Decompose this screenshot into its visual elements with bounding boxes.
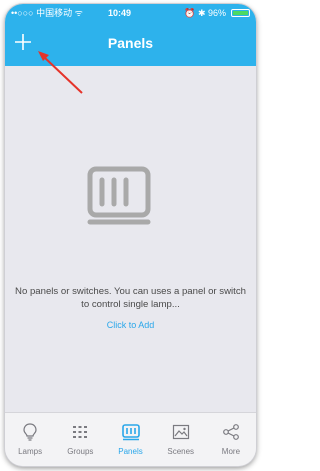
status-time: 10:49 — [108, 8, 132, 18]
picture-icon — [172, 424, 189, 440]
panel-icon — [87, 166, 151, 225]
carrier-label: ••○○○ 中国移动 ᯤ — [11, 8, 83, 18]
tab-panels[interactable]: Panels — [105, 413, 155, 466]
empty-state-message: No panels or switches. You can uses a pa… — [15, 286, 246, 310]
battery-fill — [233, 11, 248, 15]
tab-label-more: More — [221, 447, 241, 456]
tab-groups[interactable]: Groups — [55, 413, 105, 466]
phone-screen: ••○○○ 中国移动 ᯤ 10:49 ⏰ ✱ 96% Panels No pan… — [5, 4, 256, 466]
panel-icon — [121, 424, 140, 441]
tab-scenes[interactable]: Scenes — [156, 413, 206, 466]
annotation-arrow — [38, 51, 83, 94]
lightbulb-icon — [23, 423, 37, 441]
tab-bar: Lamps Groups Panels Scenes More — [5, 412, 256, 466]
share-icon — [223, 424, 239, 440]
tab-label-panels: Panels — [118, 447, 143, 456]
tab-lamps[interactable]: Lamps — [5, 413, 55, 466]
click-to-add-link[interactable]: Click to Add — [5, 320, 256, 330]
tab-more[interactable]: More — [206, 413, 256, 466]
tab-label-scenes: Scenes — [167, 447, 195, 456]
battery-icon — [231, 9, 250, 17]
tab-label-groups: Groups — [67, 447, 94, 456]
grid-icon — [73, 426, 88, 438]
status-indicators: ⏰ ✱ 96% — [184, 8, 226, 18]
status-bar: ••○○○ 中国移动 ᯤ 10:49 ⏰ ✱ 96% — [5, 4, 256, 22]
tab-label-lamps: Lamps — [18, 447, 43, 456]
